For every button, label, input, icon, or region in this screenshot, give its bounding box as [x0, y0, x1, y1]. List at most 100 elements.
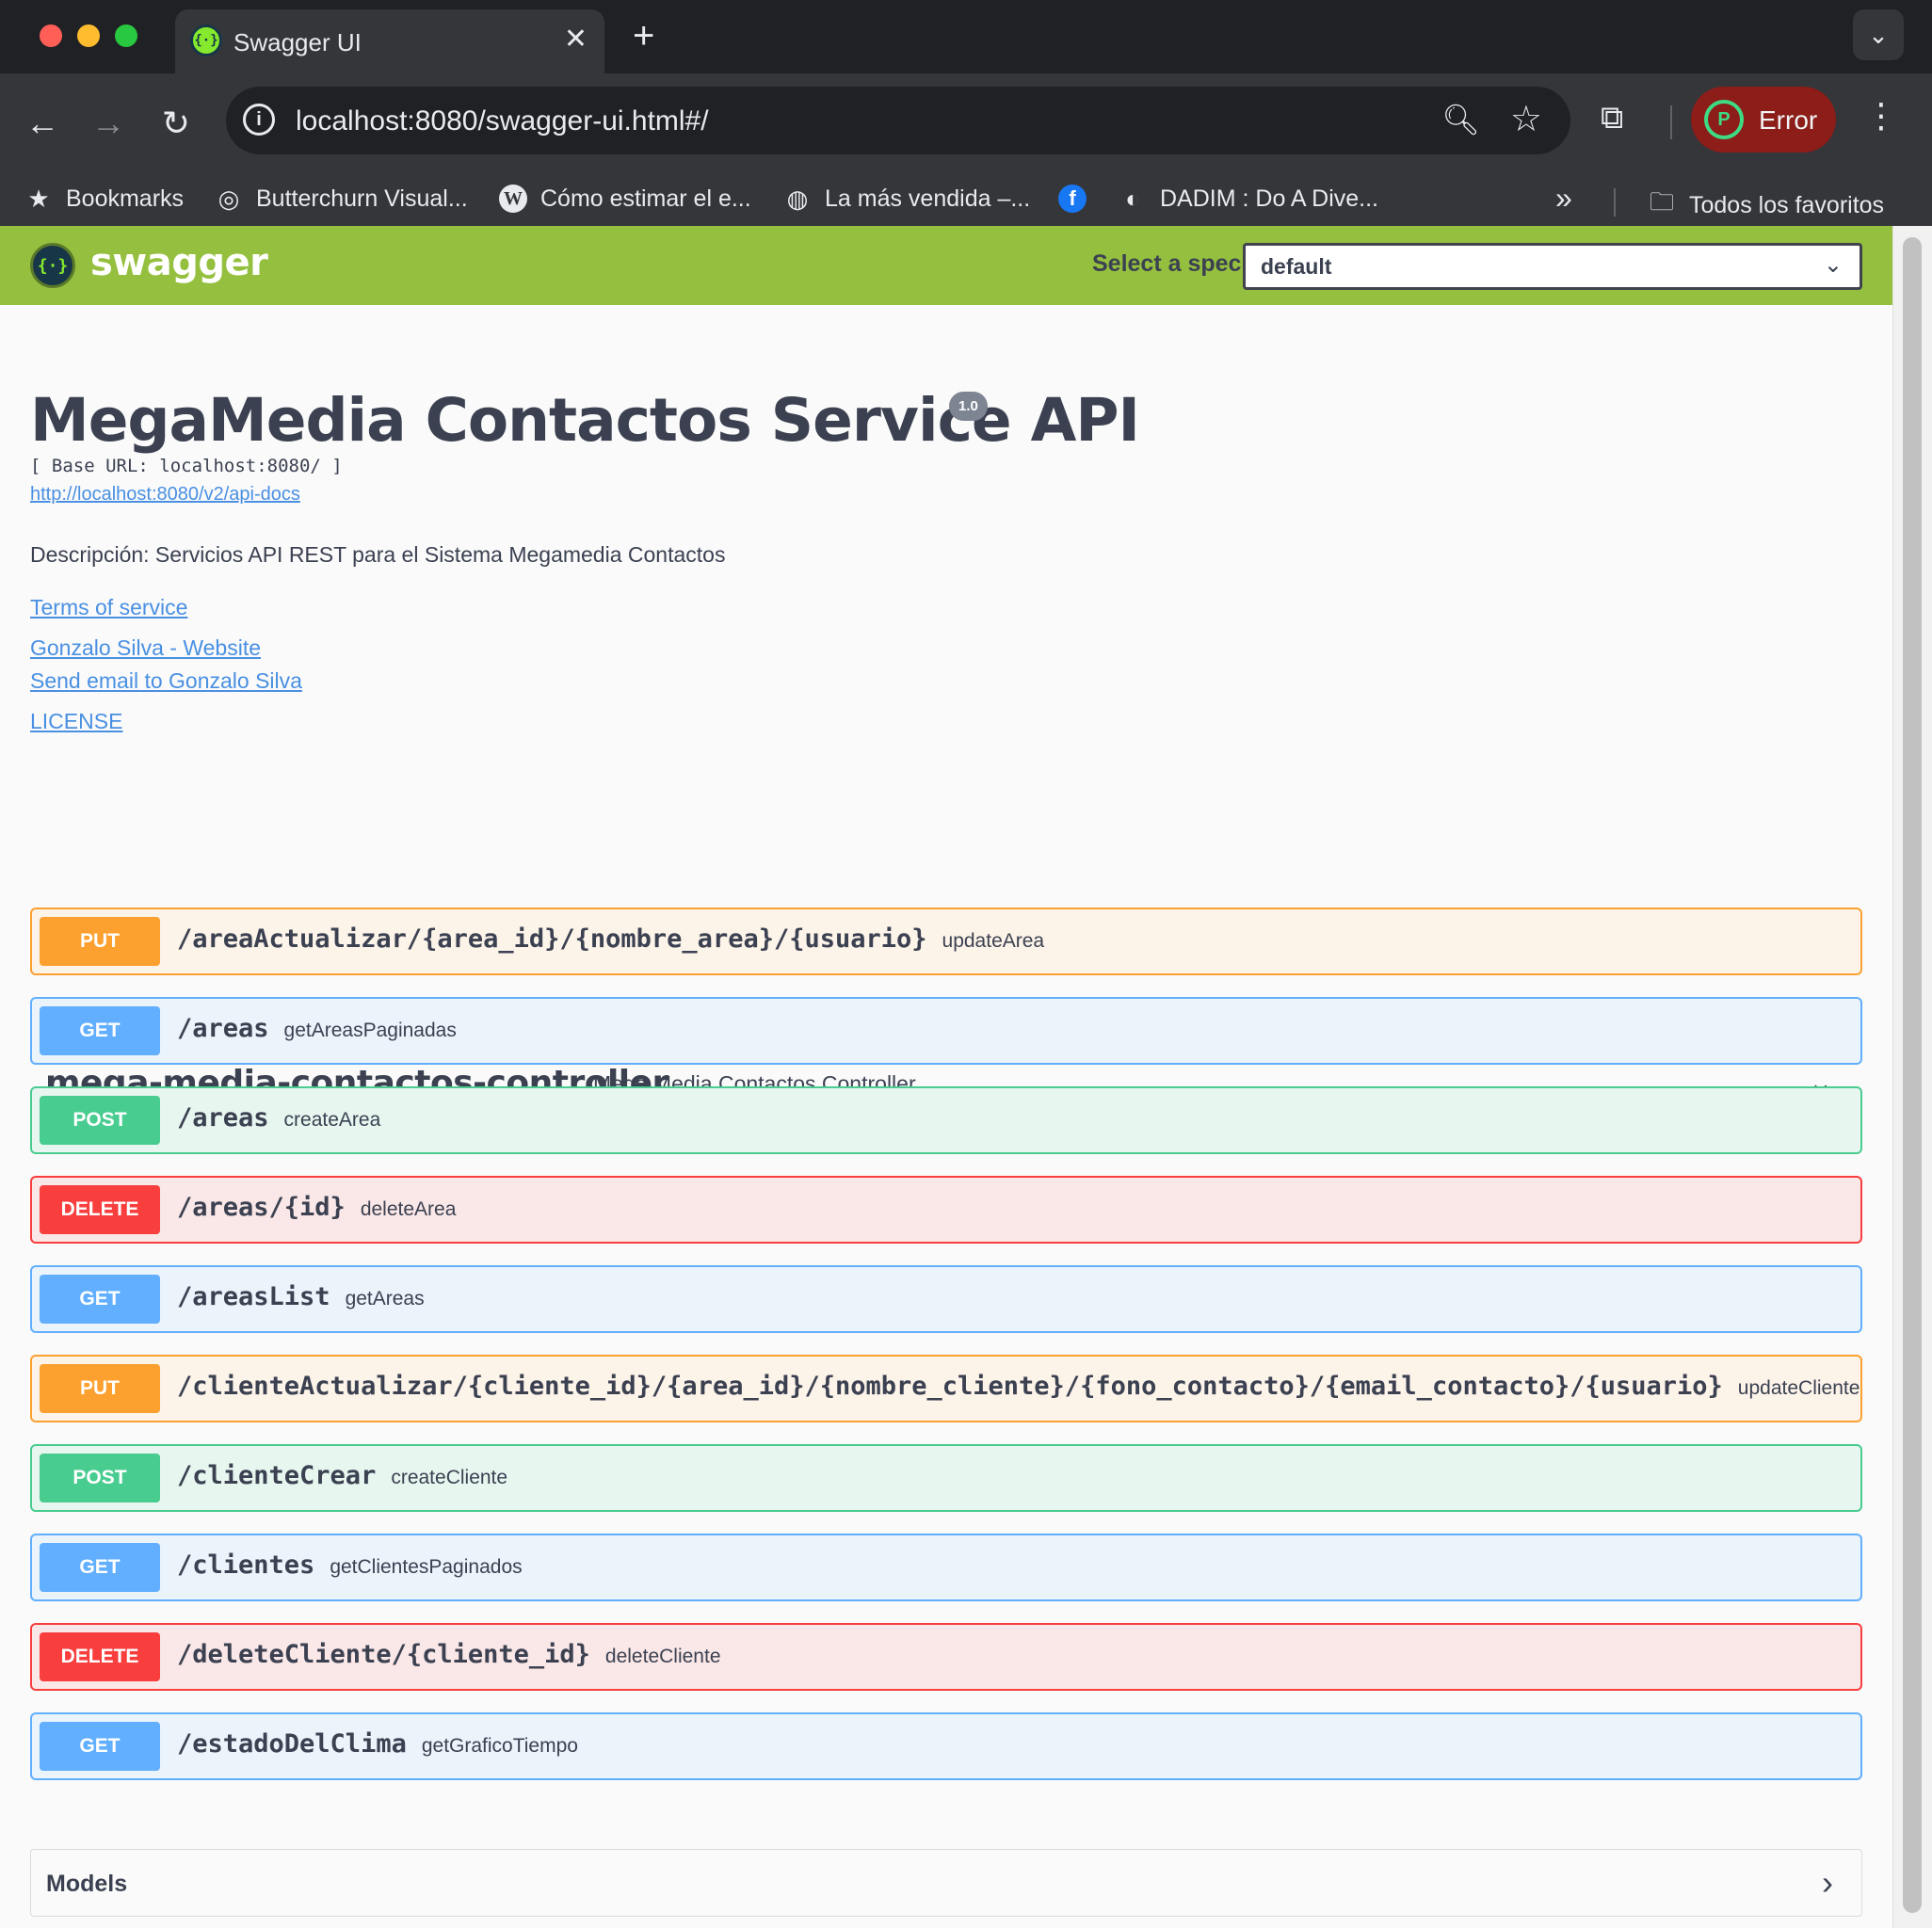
license-link[interactable]: LICENSE [30, 709, 122, 734]
operation-summary: getAreasPaginadas [283, 1020, 457, 1041]
site-info-icon[interactable]: i [243, 104, 275, 136]
method-badge: GET [40, 1275, 160, 1324]
models-section[interactable]: Models › [30, 1849, 1862, 1917]
swagger-topbar: {·} swagger Select a spec default ⌄ [0, 226, 1892, 305]
contact-website-link[interactable]: Gonzalo Silva - Website [30, 635, 261, 661]
method-badge: GET [40, 1006, 160, 1055]
contact-email-link[interactable]: Send email to Gonzalo Silva [30, 668, 302, 694]
operation-row[interactable]: GET /areasList getAreas [30, 1265, 1862, 1333]
toolbar-divider [1670, 105, 1672, 139]
profile-status-label: Error [1759, 105, 1818, 135]
operation-row[interactable]: DELETE /deleteCliente/{cliente_id} delete… [30, 1623, 1862, 1691]
version-badge: 1.0 [949, 392, 988, 421]
browser-toolbar: ← → ↻ i localhost:8080/swagger-ui.html#/… [0, 73, 1932, 233]
operation-row[interactable]: POST /clienteCrear createCliente [30, 1444, 1862, 1512]
method-badge: POST [40, 1454, 160, 1502]
url-text[interactable]: localhost:8080/swagger-ui.html#/ [296, 105, 709, 137]
site-icon: ◐ [1125, 185, 1140, 213]
bookmark-item[interactable]: W Cómo estimar el e... [499, 185, 751, 213]
facebook-icon: f [1058, 185, 1087, 213]
close-window-button[interactable] [40, 24, 62, 47]
operation-row[interactable]: POST /areas createArea [30, 1086, 1862, 1154]
terms-of-service-link[interactable]: Terms of service [30, 595, 187, 620]
operation-summary: getAreas [345, 1288, 425, 1309]
operation-path: /clienteCrear [177, 1461, 377, 1490]
extensions-icon[interactable]: ⧉ [1601, 100, 1623, 137]
operation-path: /areas [177, 1103, 269, 1133]
profile-error-button[interactable]: P Error [1691, 87, 1836, 153]
chevron-down-icon: ⌄ [1823, 252, 1843, 278]
globe-icon: ◍ [786, 185, 809, 213]
new-tab-button[interactable]: + [633, 15, 654, 57]
operation-summary: getClientesPaginados [330, 1556, 523, 1578]
operation-path: /areaActualizar/{area_id}/{nombre_area}/… [177, 924, 927, 954]
chevron-right-icon[interactable]: › [1822, 1863, 1833, 1903]
api-docs-link[interactable]: http://localhost:8080/v2/api-docs [30, 484, 300, 506]
base-url: [ Base URL: localhost:8080/ ] [30, 456, 343, 476]
method-badge: GET [40, 1722, 160, 1771]
bookmark-label: Todos los favoritos [1689, 191, 1885, 218]
bookmark-item[interactable]: ◐ DADIM : Do A Dive... [1119, 185, 1378, 214]
bookmark-star-icon[interactable]: ☆ [1510, 98, 1542, 140]
method-badge: PUT [40, 917, 160, 966]
folder-icon: 🗀 [1649, 187, 1674, 216]
operation-path: /clienteActualizar/{cliente_id}/{area_id… [177, 1372, 1723, 1401]
bookmark-item[interactable]: f [1058, 185, 1087, 213]
tab-title: Swagger UI [233, 28, 362, 56]
bookmark-label: Butterchurn Visual... [256, 185, 468, 212]
operation-summary: getGraficoTiempo [421, 1735, 578, 1757]
minimize-window-button[interactable] [77, 24, 100, 47]
forward-button[interactable]: → [83, 98, 134, 149]
bookmark-label: DADIM : Do A Dive... [1160, 185, 1379, 212]
profile-avatar-icon: P [1704, 100, 1744, 139]
swagger-logo-icon[interactable]: {·} [30, 243, 75, 288]
operation-path: /deleteCliente/{cliente_id} [177, 1640, 590, 1669]
operation-summary: createCliente [391, 1467, 508, 1488]
selected-spec: default [1261, 254, 1332, 279]
star-icon: ★ [27, 185, 50, 213]
reload-button[interactable]: ↻ [151, 98, 201, 149]
browser-menu-icon[interactable]: ⋮ [1864, 96, 1898, 136]
bookmark-label: Cómo estimar el e... [540, 185, 751, 212]
select-spec-label: Select a spec [1092, 250, 1242, 277]
operation-path: /estadoDelClima [177, 1729, 407, 1759]
bookmark-item[interactable]: ◎ Butterchurn Visual... [215, 185, 468, 214]
more-bookmarks-icon[interactable]: » [1555, 181, 1572, 216]
page-scrollbar[interactable] [1892, 226, 1932, 1928]
browser-tab-strip: {·} Swagger UI ✕ + ⌄ [0, 0, 1932, 73]
browser-tab[interactable]: {·} Swagger UI ✕ [175, 9, 604, 73]
bookmark-item[interactable]: ★ Bookmarks [24, 185, 184, 214]
back-button[interactable]: ← [17, 98, 68, 149]
bookmarks-bar: ★ Bookmarks ◎ Butterchurn Visual... W Có… [0, 168, 1932, 233]
models-title: Models [46, 1871, 128, 1897]
operation-path: /areasList [177, 1282, 330, 1311]
operation-summary: deleteCliente [604, 1646, 721, 1667]
address-bar[interactable]: i localhost:8080/swagger-ui.html#/ 🔍︎ ☆ [226, 87, 1570, 154]
operation-row[interactable]: PUT /clienteActualizar/{cliente_id}/{are… [30, 1355, 1862, 1422]
operation-row[interactable]: GET /areas getAreasPaginadas [30, 997, 1862, 1065]
tab-search-button[interactable]: ⌄ [1853, 9, 1904, 60]
operation-row[interactable]: GET /clientes getClientesPaginados [30, 1534, 1862, 1601]
all-bookmarks-item[interactable]: 🗀 Todos los favoritos [1648, 185, 1884, 226]
method-badge: POST [40, 1096, 160, 1145]
chevron-down-icon: ⌄ [1868, 20, 1889, 49]
method-badge: DELETE [40, 1185, 160, 1234]
operation-path: /clientes [177, 1550, 315, 1580]
wordpress-icon: W [499, 185, 527, 213]
method-badge: DELETE [40, 1632, 160, 1681]
globe-icon: ◎ [217, 185, 240, 213]
maximize-window-button[interactable] [115, 24, 137, 47]
close-tab-icon[interactable]: ✕ [564, 23, 588, 56]
page-content: {·} swagger Select a spec default ⌄ Mega… [0, 226, 1892, 1928]
operation-row[interactable]: PUT /areaActualizar/{area_id}/{nombre_ar… [30, 908, 1862, 975]
spec-select[interactable]: default ⌄ [1243, 243, 1862, 290]
operation-summary: deleteArea [360, 1198, 457, 1220]
operation-row[interactable]: DELETE /areas/{id} deleteArea [30, 1176, 1862, 1244]
swagger-brand[interactable]: swagger [90, 241, 268, 284]
zoom-icon[interactable]: 🔍︎ [1441, 102, 1480, 137]
bookmark-label: Bookmarks [66, 185, 185, 212]
operation-row[interactable]: GET /estadoDelClima getGraficoTiempo [30, 1712, 1862, 1780]
operation-path: /areas/{id} [177, 1193, 346, 1222]
scrollbar-thumb[interactable] [1903, 237, 1922, 1913]
bookmark-item[interactable]: ◍ La más vendida –... [783, 185, 1031, 214]
